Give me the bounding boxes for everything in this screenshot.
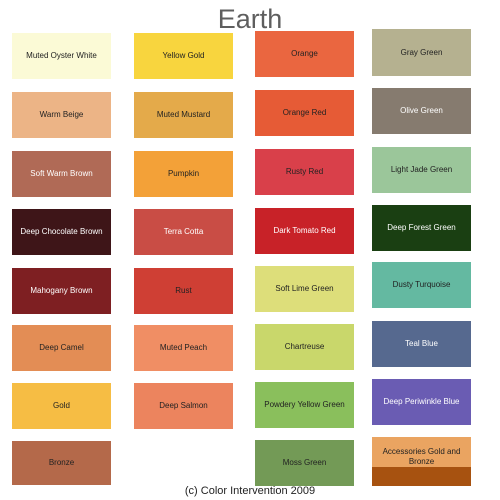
swatch-dusty-turquoise: Dusty Turquoise bbox=[372, 262, 471, 308]
swatch-deep-forest-green: Deep Forest Green bbox=[372, 205, 471, 251]
swatch-moss-green: Moss Green bbox=[255, 440, 354, 486]
swatch-orange: Orange bbox=[255, 31, 354, 77]
swatch-label: Orange bbox=[291, 49, 318, 58]
swatch-label: Deep Periwinkle Blue bbox=[383, 397, 460, 406]
swatch-deep-chocolate-brown: Deep Chocolate Brown bbox=[12, 209, 111, 255]
swatch-chartreuse: Chartreuse bbox=[255, 324, 354, 370]
swatch-pumpkin: Pumpkin bbox=[134, 151, 233, 197]
swatch-label: Muted Oyster White bbox=[26, 51, 97, 60]
swatch-label: Olive Green bbox=[400, 106, 443, 115]
swatch-label: Deep Camel bbox=[39, 343, 84, 352]
swatch-bronze-band bbox=[372, 467, 471, 486]
swatch-mahogany-brown: Mahogany Brown bbox=[12, 268, 111, 314]
swatch-label: Powdery Yellow Green bbox=[264, 400, 345, 409]
swatch-label: Muted Mustard bbox=[156, 110, 211, 119]
swatch-label: Pumpkin bbox=[167, 169, 200, 178]
swatch-teal-blue: Teal Blue bbox=[372, 321, 471, 367]
swatch-label: Chartreuse bbox=[284, 342, 325, 351]
swatch-orange-red: Orange Red bbox=[255, 90, 354, 136]
swatch-accessories-gold-and-bronze: Accessories Gold and Bronze bbox=[372, 437, 471, 486]
swatch-label: Gold bbox=[53, 401, 70, 410]
swatch-gold: Gold bbox=[12, 383, 111, 429]
swatch-bronze: Bronze bbox=[12, 441, 111, 485]
swatch-yellow-gold: Yellow Gold bbox=[134, 33, 233, 79]
swatch-label: Soft Warm Brown bbox=[30, 169, 93, 178]
swatch-label: Orange Red bbox=[282, 108, 327, 117]
swatch-label: Warm Beige bbox=[39, 110, 84, 119]
swatch-label: Teal Blue bbox=[405, 339, 438, 348]
swatch-deep-salmon: Deep Salmon bbox=[134, 383, 233, 429]
swatch-soft-lime-green: Soft Lime Green bbox=[255, 266, 354, 312]
swatch-label: Deep Forest Green bbox=[387, 223, 456, 232]
swatch-soft-warm-brown: Soft Warm Brown bbox=[12, 151, 111, 197]
swatch-rusty-red: Rusty Red bbox=[255, 149, 354, 195]
swatch-label: Rust bbox=[175, 286, 192, 295]
swatch-gray-green: Gray Green bbox=[372, 29, 471, 76]
swatch-label: Light Jade Green bbox=[390, 165, 453, 174]
swatch-label: Dark Tomato Red bbox=[273, 226, 336, 235]
swatch-muted-oyster-white: Muted Oyster White bbox=[12, 33, 111, 79]
swatch-label: Deep Chocolate Brown bbox=[20, 227, 103, 236]
copyright-text: (c) Color Intervention 2009 bbox=[184, 485, 316, 497]
swatch-label: Bronze bbox=[48, 458, 75, 467]
swatch-deep-periwinkle-blue: Deep Periwinkle Blue bbox=[372, 379, 471, 425]
swatch-rust: Rust bbox=[134, 268, 233, 314]
swatch-label: Moss Green bbox=[282, 458, 327, 467]
swatch-label: Rusty Red bbox=[285, 167, 324, 176]
swatch-terra-cotta: Terra Cotta bbox=[134, 209, 233, 255]
swatch-dark-tomato-red: Dark Tomato Red bbox=[255, 208, 354, 254]
swatch-muted-peach: Muted Peach bbox=[134, 325, 233, 371]
swatch-label: Terra Cotta bbox=[163, 227, 204, 236]
swatch-label: Dusty Turquoise bbox=[392, 280, 451, 289]
swatch-label: Deep Salmon bbox=[159, 401, 208, 410]
swatch-muted-mustard: Muted Mustard bbox=[134, 92, 233, 138]
swatch-label: Muted Peach bbox=[159, 343, 208, 352]
swatch-label: Soft Lime Green bbox=[275, 284, 334, 293]
swatch-powdery-yellow-green: Powdery Yellow Green bbox=[255, 382, 354, 428]
swatch-label: Yellow Gold bbox=[162, 51, 205, 60]
swatch-deep-camel: Deep Camel bbox=[12, 325, 111, 371]
swatch-label: Gray Green bbox=[400, 47, 443, 57]
swatch-label: Mahogany Brown bbox=[30, 286, 93, 295]
swatch-light-jade-green: Light Jade Green bbox=[372, 147, 471, 193]
swatch-label: Accessories Gold and Bronze bbox=[382, 447, 461, 466]
swatch-warm-beige: Warm Beige bbox=[12, 92, 111, 138]
swatch-olive-green: Olive Green bbox=[372, 88, 471, 134]
